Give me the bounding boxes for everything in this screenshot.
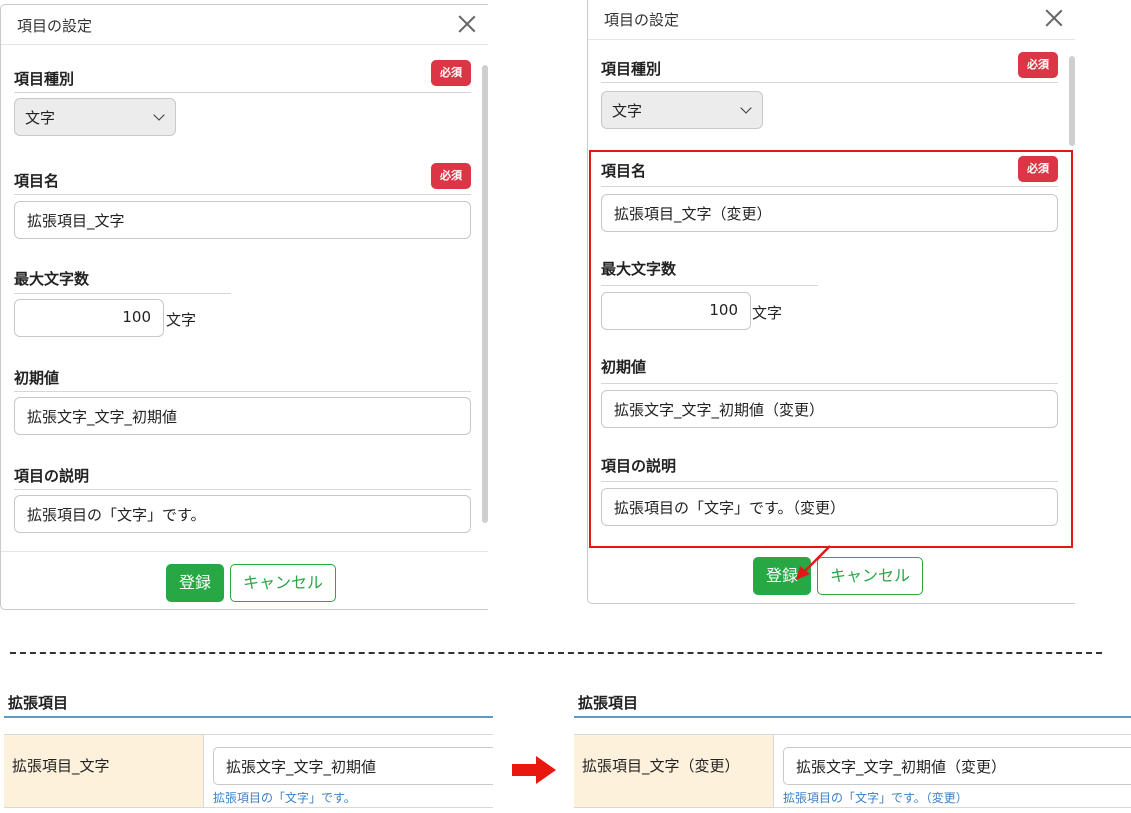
section-underline [574, 716, 1131, 718]
field-type-select[interactable]: 文字 [601, 91, 763, 129]
default-value-input[interactable]: 拡張文字_文字_初期値 [14, 397, 471, 435]
field-type-select[interactable]: 文字 [14, 98, 176, 136]
max-length-input[interactable]: 100 [601, 292, 751, 330]
register-button[interactable]: 登録 [166, 564, 224, 602]
result-row: 拡張項目_文字 拡張文字_文字_初期値 拡張項目の「文字」です。 [4, 734, 493, 808]
select-value: 文字 [612, 102, 643, 120]
default-value-label: 初期値 [14, 369, 60, 387]
field-name-input[interactable]: 拡張項目_文字（変更） [601, 194, 1058, 232]
select-value: 文字 [25, 109, 56, 127]
right-arrow-icon [512, 756, 556, 784]
result-field-input[interactable]: 拡張文字_文字_初期値（変更） [783, 747, 1131, 785]
scrollbar[interactable] [1069, 56, 1075, 146]
description-input[interactable]: 拡張項目の「文字」です。（変更） [601, 488, 1058, 526]
divider [14, 194, 471, 195]
description-input[interactable]: 拡張項目の「文字」です。 [14, 495, 471, 533]
result-section-title: 拡張項目 [578, 694, 639, 712]
section-underline [4, 716, 493, 718]
result-field-input[interactable]: 拡張文字_文字_初期値 [213, 747, 493, 785]
dialog-title: 項目の設定 [17, 17, 93, 35]
result-field-label: 拡張項目_文字（変更） [574, 735, 774, 807]
divider [601, 82, 1058, 83]
divider [601, 383, 1058, 384]
result-help-text: 拡張項目の「文字」です。 [213, 791, 356, 805]
max-length-unit: 文字 [752, 304, 783, 322]
field-type-label: 項目種別 [601, 60, 662, 78]
settings-dialog-after: 項目の設定 項目種別 必須 文字 項目名 必須 拡張項目_文字（変更） 最大文字… [587, 0, 1075, 604]
divider [14, 92, 471, 93]
result-section-title: 拡張項目 [8, 694, 69, 712]
section-divider [10, 652, 1102, 654]
field-type-label: 項目種別 [14, 70, 75, 88]
required-badge: 必須 [431, 60, 471, 86]
required-badge: 必須 [1018, 52, 1058, 78]
result-help-text: 拡張項目の「文字」です。（変更） [783, 791, 968, 805]
divider [601, 481, 1058, 482]
chevron-down-icon [153, 109, 165, 121]
scrollbar[interactable] [482, 65, 488, 523]
max-length-label: 最大文字数 [14, 270, 90, 288]
divider [601, 285, 818, 286]
max-length-unit: 文字 [166, 311, 197, 329]
cancel-button[interactable]: キャンセル [230, 564, 336, 602]
dialog-title: 項目の設定 [604, 11, 680, 29]
footer-divider [1, 551, 488, 552]
default-value-input[interactable]: 拡張文字_文字_初期値（変更） [601, 390, 1058, 428]
required-badge: 必須 [431, 163, 471, 189]
close-icon[interactable] [454, 11, 480, 37]
required-badge: 必須 [1018, 156, 1058, 182]
field-name-label: 項目名 [14, 172, 60, 190]
result-field-label: 拡張項目_文字 [4, 735, 204, 807]
description-label: 項目の説明 [14, 467, 90, 485]
max-length-input[interactable]: 100 [14, 299, 164, 337]
divider [14, 293, 231, 294]
chevron-down-icon [740, 102, 752, 114]
field-name-label: 項目名 [601, 162, 647, 180]
default-value-label: 初期値 [601, 358, 647, 376]
description-label: 項目の説明 [601, 457, 677, 475]
divider [14, 489, 471, 490]
divider [601, 186, 1058, 187]
field-name-input[interactable]: 拡張項目_文字 [14, 201, 471, 239]
result-row: 拡張項目_文字（変更） 拡張文字_文字_初期値（変更） 拡張項目の「文字」です。… [574, 734, 1131, 808]
max-length-label: 最大文字数 [601, 260, 677, 278]
divider [14, 391, 471, 392]
dialog-header: 項目の設定 [588, 0, 1075, 40]
close-icon[interactable] [1041, 5, 1067, 31]
dialog-header: 項目の設定 [1, 5, 488, 45]
settings-dialog-before: 項目の設定 項目種別 必須 文字 項目名 必須 拡張項目_文字 最大文字数 10… [0, 4, 488, 610]
pointer-arrow-icon [796, 545, 831, 580]
